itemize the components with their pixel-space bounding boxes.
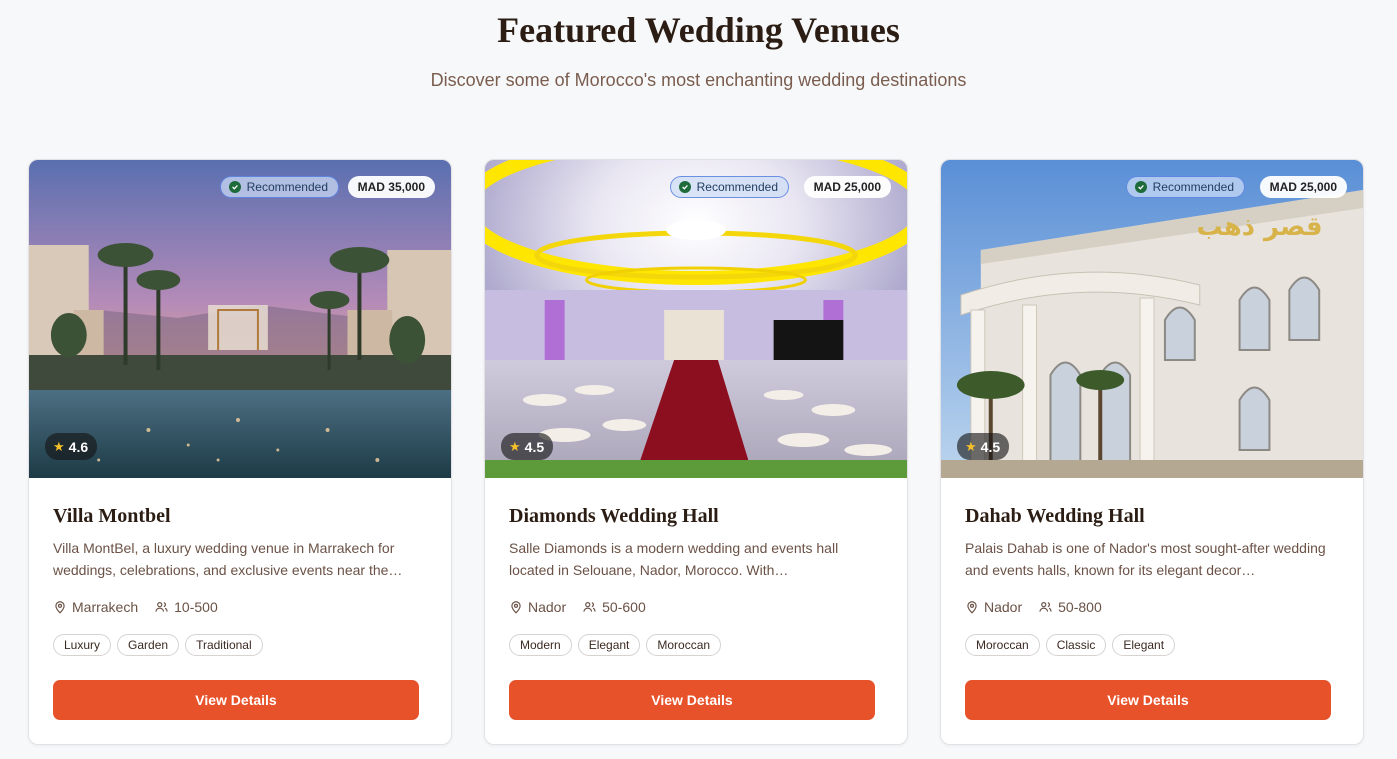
tag: Classic bbox=[1045, 634, 1107, 656]
rating-value: 4.5 bbox=[524, 438, 545, 455]
venue-card-villa-montbel[interactable]: Recommended MAD 35,000 ★ 4.6 Villa Montb… bbox=[28, 159, 452, 745]
view-details-button[interactable]: View Details bbox=[965, 680, 1331, 720]
venue-tags: Moroccan Classic Elegant bbox=[965, 634, 1176, 656]
check-circle-icon bbox=[228, 181, 241, 193]
view-details-button[interactable]: View Details bbox=[53, 680, 419, 720]
recommended-badge: Recommended bbox=[669, 176, 789, 198]
capacity-text: 50-600 bbox=[602, 599, 646, 615]
price-badge: MAD 25,000 bbox=[1259, 176, 1347, 198]
rating-badge: ★ 4.6 bbox=[45, 433, 98, 460]
tag: Moroccan bbox=[646, 634, 722, 656]
section-title: Featured Wedding Venues bbox=[497, 10, 900, 50]
check-circle-icon bbox=[678, 181, 691, 193]
view-details-button[interactable]: View Details bbox=[509, 680, 875, 720]
venue-photo: قصر ذهب bbox=[941, 160, 1363, 478]
tag: Elegant bbox=[577, 634, 641, 656]
venue-meta: Nador 50-600 bbox=[509, 599, 646, 615]
venue-capacity: 10-500 bbox=[154, 599, 218, 615]
map-pin-icon bbox=[511, 601, 521, 614]
tag: Modern bbox=[509, 634, 572, 656]
sign-text: قصر ذهب bbox=[1196, 212, 1322, 242]
users-icon bbox=[583, 602, 596, 612]
venue-location: Nador bbox=[509, 599, 566, 615]
location-text: Nador bbox=[528, 599, 567, 615]
users-icon bbox=[1039, 602, 1052, 612]
recommended-label: Recommended bbox=[246, 180, 328, 194]
tag: Luxury bbox=[53, 634, 112, 656]
venue-name[interactable]: Diamonds Wedding Hall bbox=[509, 505, 719, 528]
rating-value: 4.6 bbox=[68, 438, 89, 455]
recommended-badge: Recommended bbox=[1125, 176, 1245, 198]
rating-value: 4.5 bbox=[980, 438, 1001, 455]
venue-capacity: 50-600 bbox=[582, 599, 646, 615]
venue-photo bbox=[29, 160, 451, 478]
tag: Traditional bbox=[185, 634, 263, 656]
recommended-label: Recommended bbox=[1152, 180, 1234, 194]
rating-badge: ★ 4.5 bbox=[957, 433, 1010, 460]
venue-tags: Modern Elegant Moroccan bbox=[509, 634, 722, 656]
map-pin-icon bbox=[967, 601, 977, 614]
location-text: Marrakech bbox=[72, 599, 139, 615]
venue-tags: Luxury Garden Traditional bbox=[53, 634, 263, 656]
rating-badge: ★ 4.5 bbox=[501, 433, 554, 460]
venue-description: Palais Dahab is one of Nador's most soug… bbox=[965, 540, 1326, 578]
venue-meta: Nador 50-800 bbox=[965, 599, 1102, 615]
venue-card-diamonds-wedding-hall[interactable]: Recommended MAD 25,000 ★ 4.5 Diamonds We… bbox=[484, 159, 908, 745]
map-pin-icon bbox=[55, 601, 65, 614]
venue-capacity: 50-800 bbox=[1038, 599, 1102, 615]
venue-image[interactable]: Recommended MAD 25,000 ★ 4.5 bbox=[485, 160, 907, 478]
capacity-text: 10-500 bbox=[174, 599, 218, 615]
star-icon: ★ bbox=[509, 438, 521, 454]
tag: Elegant bbox=[1112, 634, 1176, 656]
check-circle-icon bbox=[1134, 181, 1147, 193]
tag: Garden bbox=[117, 634, 180, 656]
venue-card-dahab-wedding-hall[interactable]: قصر ذهب Recommended MAD 25,000 ★ 4.5 Dah… bbox=[940, 159, 1364, 745]
venue-name[interactable]: Dahab Wedding Hall bbox=[965, 505, 1145, 528]
venue-description: Villa MontBel, a luxury wedding venue in… bbox=[53, 540, 403, 578]
venue-photo bbox=[485, 160, 907, 478]
price-badge: MAD 35,000 bbox=[347, 176, 435, 198]
section-subtitle: Discover some of Morocco's most enchanti… bbox=[430, 70, 967, 90]
recommended-label: Recommended bbox=[696, 180, 778, 194]
venue-image[interactable]: قصر ذهب Recommended MAD 25,000 ★ 4.5 bbox=[941, 160, 1363, 478]
capacity-text: 50-800 bbox=[1058, 599, 1102, 615]
recommended-badge: Recommended bbox=[219, 176, 339, 198]
venue-description: Salle Diamonds is a modern wedding and e… bbox=[509, 540, 839, 578]
star-icon: ★ bbox=[965, 438, 977, 454]
location-text: Nador bbox=[984, 599, 1023, 615]
tag: Moroccan bbox=[965, 634, 1040, 656]
users-icon bbox=[155, 602, 168, 612]
venue-name[interactable]: Villa Montbel bbox=[53, 505, 171, 528]
venue-location: Marrakech bbox=[53, 599, 138, 615]
venue-meta: Marrakech 10-500 bbox=[53, 599, 218, 615]
price-badge: MAD 25,000 bbox=[803, 176, 891, 198]
venue-image[interactable]: Recommended MAD 35,000 ★ 4.6 bbox=[29, 160, 451, 478]
venue-location: Nador bbox=[965, 599, 1022, 615]
star-icon: ★ bbox=[53, 438, 65, 454]
